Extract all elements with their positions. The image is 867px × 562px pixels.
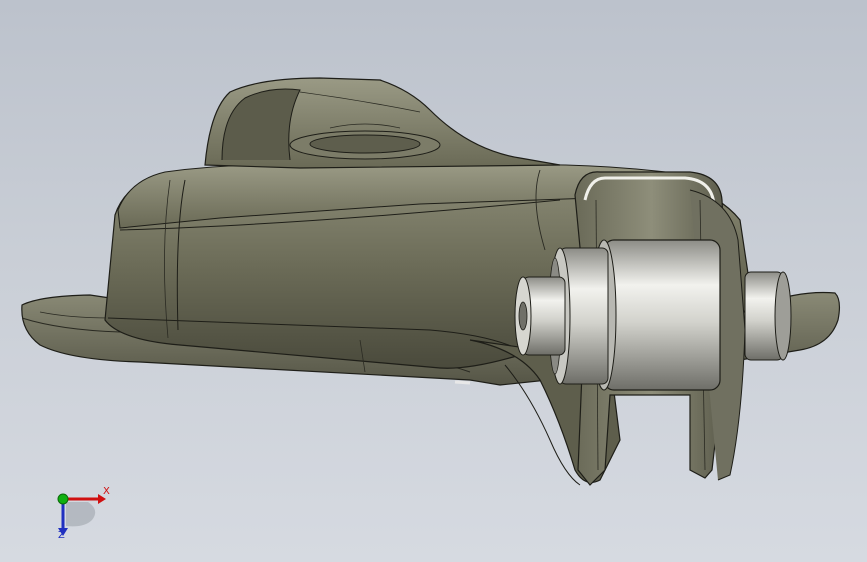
triad-shadow-icon (66, 502, 96, 527)
top-boss (204, 77, 561, 169)
x-axis-label: X (103, 486, 110, 497)
3d-model-part[interactable] (0, 0, 867, 562)
cad-viewport[interactable]: X Z (0, 0, 867, 562)
pin-bearing-assembly (514, 239, 792, 391)
z-axis-label: Z (58, 530, 65, 541)
y-axis-dot-icon (57, 493, 69, 505)
